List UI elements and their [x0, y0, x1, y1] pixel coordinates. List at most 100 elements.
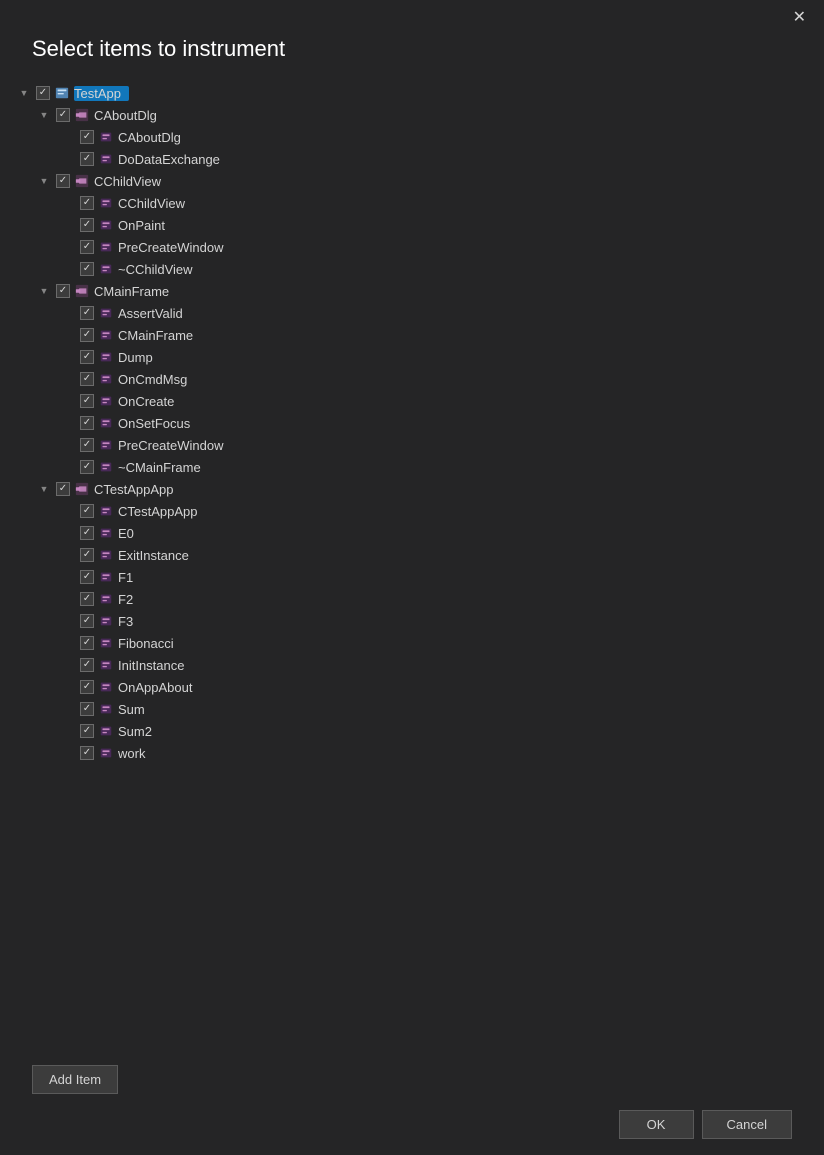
tree-node-dump[interactable]: ▶ Dump	[16, 346, 808, 368]
title-bar: ✕	[0, 0, 824, 28]
tree-container[interactable]: ▼ TestApp ▼ CAboutDlg	[0, 78, 808, 1049]
checkbox-oncreate[interactable]	[80, 394, 94, 408]
checkbox-sum2[interactable]	[80, 724, 94, 738]
m14	[98, 525, 114, 541]
tree-node-oncreate[interactable]: ▶ OnCreate	[16, 390, 808, 412]
class-icon-cchildview	[74, 173, 90, 189]
nl-initinstance: InitInstance	[118, 658, 185, 673]
nl-dump: Dump	[118, 350, 153, 365]
class-icon-ctestappapp	[74, 481, 90, 497]
tree-node-precreatewindow-2[interactable]: ▶ PreCreateWindow	[16, 434, 808, 456]
cancel-button[interactable]: Cancel	[702, 1110, 792, 1139]
checkbox-testapp[interactable]	[36, 86, 50, 100]
nl-precreatewindow-2: PreCreateWindow	[118, 438, 224, 453]
project-icon	[54, 85, 70, 101]
checkbox-dtor-cmainframe[interactable]	[80, 460, 94, 474]
tree-node-sum[interactable]: ▶ Sum	[16, 698, 808, 720]
add-item-button[interactable]: Add Item	[32, 1065, 118, 1094]
tree-node-dodataexchange[interactable]: ▶ DoDataExchange	[16, 148, 808, 170]
tree-node-cchildview[interactable]: ▼ CChildView	[16, 170, 808, 192]
tree-node-cchildview-ctor[interactable]: ▶ CChildView	[16, 192, 808, 214]
tree-node-dtor-cmainframe[interactable]: ▶ ~CMainFrame	[16, 456, 808, 478]
tree-node-ctestappapp-ctor[interactable]: ▶ CTestAppApp	[16, 500, 808, 522]
tree-node-cmainframe[interactable]: ▼ CMainFrame	[16, 280, 808, 302]
nl-precreatewindow-1: PreCreateWindow	[118, 240, 224, 255]
m21	[98, 679, 114, 695]
node-label-caboutdlg-ctor: CAboutDlg	[118, 130, 181, 145]
tree-node-sum2[interactable]: ▶ Sum2	[16, 720, 808, 742]
checkbox-onsetfocus[interactable]	[80, 416, 94, 430]
checkbox-onpaint[interactable]	[80, 218, 94, 232]
m7	[98, 349, 114, 365]
node-label-caboutdlg: CAboutDlg	[94, 108, 157, 123]
tree-node-oncmdmsg[interactable]: ▶ OnCmdMsg	[16, 368, 808, 390]
tree-node-caboutdlg-ctor[interactable]: ▶ CAboutDlg	[16, 126, 808, 148]
tree-node-precreatewindow-1[interactable]: ▶ PreCreateWindow	[16, 236, 808, 258]
expander-ctestappapp: ▼	[36, 481, 52, 497]
checkbox-dodataexchange[interactable]	[80, 152, 94, 166]
node-label-testapp: TestApp	[74, 86, 129, 101]
tree-node-f3[interactable]: ▶ F3	[16, 610, 808, 632]
tree-node-dtor-cchildview[interactable]: ▶ ~CChildView	[16, 258, 808, 280]
checkbox-work[interactable]	[80, 746, 94, 760]
checkbox-oncmdmsg[interactable]	[80, 372, 94, 386]
tree-node-initinstance[interactable]: ▶ InitInstance	[16, 654, 808, 676]
m4	[98, 261, 114, 277]
tree-node-caboutdlg[interactable]: ▼ CAboutDlg	[16, 104, 808, 126]
tree-node-fibonacci[interactable]: ▶ Fibonacci	[16, 632, 808, 654]
m6	[98, 327, 114, 343]
tree-node-onappabout[interactable]: ▶ OnAppAbout	[16, 676, 808, 698]
checkbox-ctestappapp[interactable]	[56, 482, 70, 496]
tree-node-work[interactable]: ▶ work	[16, 742, 808, 764]
m19	[98, 635, 114, 651]
node-label-cchildview: CChildView	[94, 174, 161, 189]
m11	[98, 437, 114, 453]
dialog: ✕ Select items to instrument ▼ TestApp ▼	[0, 0, 824, 1155]
m12	[98, 459, 114, 475]
checkbox-initinstance[interactable]	[80, 658, 94, 672]
nl-oncmdmsg: OnCmdMsg	[118, 372, 187, 387]
tree-node-f1[interactable]: ▶ F1	[16, 566, 808, 588]
tree-node-exitinstance[interactable]: ▶ ExitInstance	[16, 544, 808, 566]
checkbox-cmainframe[interactable]	[56, 284, 70, 298]
nl-onpaint: OnPaint	[118, 218, 165, 233]
checkbox-dtor-cchildview[interactable]	[80, 262, 94, 276]
tree-node-root[interactable]: ▼ TestApp	[16, 82, 808, 104]
tree-node-onpaint[interactable]: ▶ OnPaint	[16, 214, 808, 236]
nl-cchildview-ctor: CChildView	[118, 196, 185, 211]
nl-sum2: Sum2	[118, 724, 152, 739]
checkbox-dump[interactable]	[80, 350, 94, 364]
close-button[interactable]: ✕	[787, 8, 812, 28]
checkbox-cchildview[interactable]	[56, 174, 70, 188]
expander-caboutdlg: ▼	[36, 107, 52, 123]
checkbox-f2[interactable]	[80, 592, 94, 606]
checkbox-assertvalid[interactable]	[80, 306, 94, 320]
tree-node-e0[interactable]: ▶ E0	[16, 522, 808, 544]
tree-node-ctestappapp[interactable]: ▼ CTestAppApp	[16, 478, 808, 500]
dialog-buttons: OK Cancel	[32, 1110, 792, 1139]
checkbox-sum[interactable]	[80, 702, 94, 716]
tree-node-f2[interactable]: ▶ F2	[16, 588, 808, 610]
m9	[98, 393, 114, 409]
dialog-title: Select items to instrument	[0, 28, 824, 78]
checkbox-ctestappapp-ctor[interactable]	[80, 504, 94, 518]
checkbox-onappabout[interactable]	[80, 680, 94, 694]
checkbox-f3[interactable]	[80, 614, 94, 628]
nl-dtor-cmainframe: ~CMainFrame	[118, 460, 201, 475]
checkbox-e0[interactable]	[80, 526, 94, 540]
checkbox-cchildview-ctor[interactable]	[80, 196, 94, 210]
checkbox-f1[interactable]	[80, 570, 94, 584]
ok-button[interactable]: OK	[619, 1110, 694, 1139]
tree-node-assertvalid[interactable]: ▶ AssertValid	[16, 302, 808, 324]
nl-fibonacci: Fibonacci	[118, 636, 174, 651]
checkbox-exitinstance[interactable]	[80, 548, 94, 562]
checkbox-caboutdlg[interactable]	[56, 108, 70, 122]
tree-node-cmainframe-ctor[interactable]: ▶ CMainFrame	[16, 324, 808, 346]
checkbox-cmainframe-ctor[interactable]	[80, 328, 94, 342]
checkbox-precreatewindow-1[interactable]	[80, 240, 94, 254]
checkbox-precreatewindow-2[interactable]	[80, 438, 94, 452]
checkbox-fibonacci[interactable]	[80, 636, 94, 650]
tree-node-onsetfocus[interactable]: ▶ OnSetFocus	[16, 412, 808, 434]
class-icon-caboutdlg	[74, 107, 90, 123]
checkbox-caboutdlg-ctor[interactable]	[80, 130, 94, 144]
